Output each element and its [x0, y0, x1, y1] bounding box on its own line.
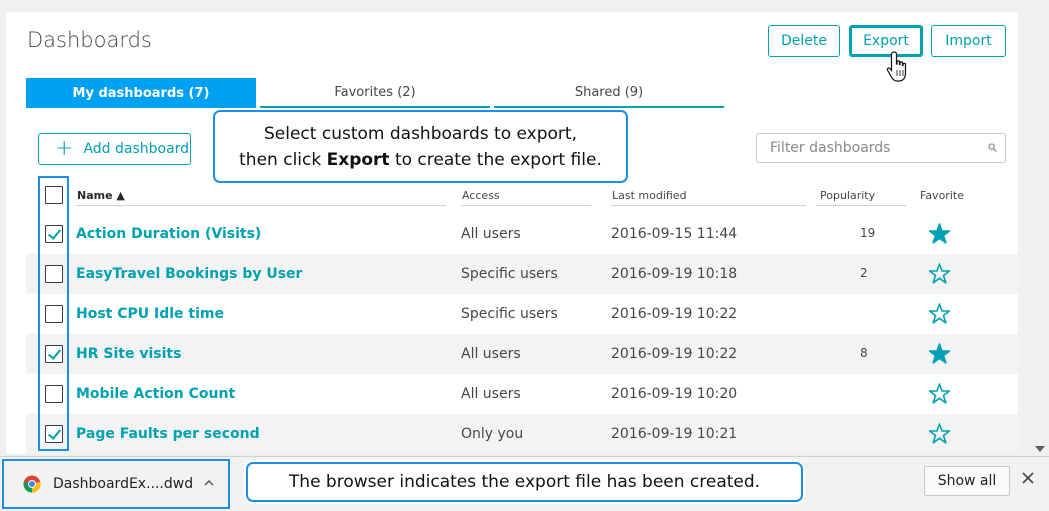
last-modified-value: 2016-09-19 10:18	[611, 266, 738, 282]
hand-pointer-icon	[886, 51, 907, 82]
download-file-name: DashboardEx....dwd	[53, 476, 194, 492]
dashboard-name-link[interactable]: Host CPU Idle time	[76, 306, 224, 322]
tab-my-dashboards[interactable]: My dashboards (7)	[26, 78, 256, 108]
star-outline-icon[interactable]	[929, 383, 950, 404]
import-button[interactable]: Import	[931, 25, 1006, 57]
tab-favorites[interactable]: Favorites (2)	[260, 78, 490, 108]
close-icon[interactable]	[1021, 471, 1035, 485]
checkbox-column-highlight	[38, 176, 69, 451]
download-callout: The browser indicates the export file ha…	[246, 462, 803, 502]
access-value: Only you	[461, 426, 524, 442]
dashboard-name-link[interactable]: EasyTravel Bookings by User	[76, 266, 302, 282]
star-outline-icon[interactable]	[929, 263, 950, 284]
filter-dashboards-field[interactable]	[756, 133, 1006, 163]
last-modified-value: 2016-09-19 10:21	[611, 426, 738, 442]
table-row[interactable]: Host CPU Idle time Specific users 2016-09-…	[26, 294, 1018, 334]
column-header-last-modified[interactable]: Last modified	[612, 189, 687, 202]
table-row[interactable]: Mobile Action Count All users 2016-09-19 1…	[26, 374, 1018, 414]
search-icon	[988, 143, 997, 152]
popularity-value: 8	[860, 346, 868, 360]
page-scrollbar[interactable]	[1031, 0, 1049, 456]
column-header-name[interactable]: Name ▲	[77, 189, 125, 202]
access-value: All users	[461, 226, 521, 242]
table-row[interactable]: HR Site visits All users 2016-09-19 10:22 8	[26, 334, 1018, 374]
callout-line-2: then click Export to create the export f…	[239, 149, 602, 170]
column-divider	[611, 205, 806, 206]
chrome-icon	[23, 475, 41, 493]
table-row[interactable]: EasyTravel Bookings by User Specific user…	[26, 254, 1018, 294]
page-title: Dashboards	[27, 28, 152, 52]
add-dashboard-button[interactable]: + Add dashboard	[38, 133, 191, 165]
show-all-button[interactable]: Show all	[924, 466, 1010, 496]
column-header-popularity[interactable]: Popularity	[820, 189, 875, 202]
last-modified-value: 2016-09-19 10:22	[611, 306, 738, 322]
table-row[interactable]: Action Duration (Visits) All users 2016-09…	[26, 214, 1018, 254]
column-divider	[76, 205, 446, 206]
popularity-value: 19	[860, 226, 876, 240]
dashboard-name-link[interactable]: Mobile Action Count	[76, 386, 235, 402]
star-filled-icon[interactable]	[929, 223, 950, 244]
popularity-value: 2	[860, 266, 868, 280]
download-item[interactable]: DashboardEx....dwd	[2, 459, 230, 509]
access-value: Specific users	[461, 266, 558, 282]
dashboard-name-link[interactable]: Action Duration (Visits)	[76, 226, 261, 242]
table-header: Name ▲ Access Last modified Popularity F…	[26, 180, 1006, 210]
column-divider	[816, 205, 906, 206]
add-dashboard-label: Add dashboard	[83, 141, 190, 157]
last-modified-value: 2016-09-15 11:44	[611, 226, 738, 242]
access-value: Specific users	[461, 306, 558, 322]
scroll-down-arrow-icon[interactable]	[1035, 446, 1045, 452]
column-header-access[interactable]: Access	[462, 189, 500, 202]
dashboard-name-link[interactable]: HR Site visits	[76, 346, 181, 362]
star-outline-icon[interactable]	[929, 423, 950, 444]
plus-icon: +	[55, 136, 74, 161]
column-divider	[461, 205, 591, 206]
filter-dashboards-input[interactable]	[770, 140, 970, 156]
callout-line-1: Select custom dashboards to export,	[264, 123, 577, 144]
tab-shared[interactable]: Shared (9)	[494, 78, 724, 108]
chevron-up-icon[interactable]	[204, 478, 214, 488]
table-row[interactable]: Page Faults per second Only you 2016-09-19…	[26, 414, 1018, 454]
column-header-favorite[interactable]: Favorite	[920, 189, 964, 202]
dashboard-name-link[interactable]: Page Faults per second	[76, 426, 260, 442]
star-outline-icon[interactable]	[929, 303, 950, 324]
last-modified-value: 2016-09-19 10:22	[611, 346, 738, 362]
export-instruction-callout: Select custom dashboards to export, then…	[213, 110, 628, 183]
last-modified-value: 2016-09-19 10:20	[611, 386, 738, 402]
access-value: All users	[461, 386, 521, 402]
delete-button[interactable]: Delete	[768, 25, 840, 57]
star-filled-icon[interactable]	[929, 343, 950, 364]
access-value: All users	[461, 346, 521, 362]
